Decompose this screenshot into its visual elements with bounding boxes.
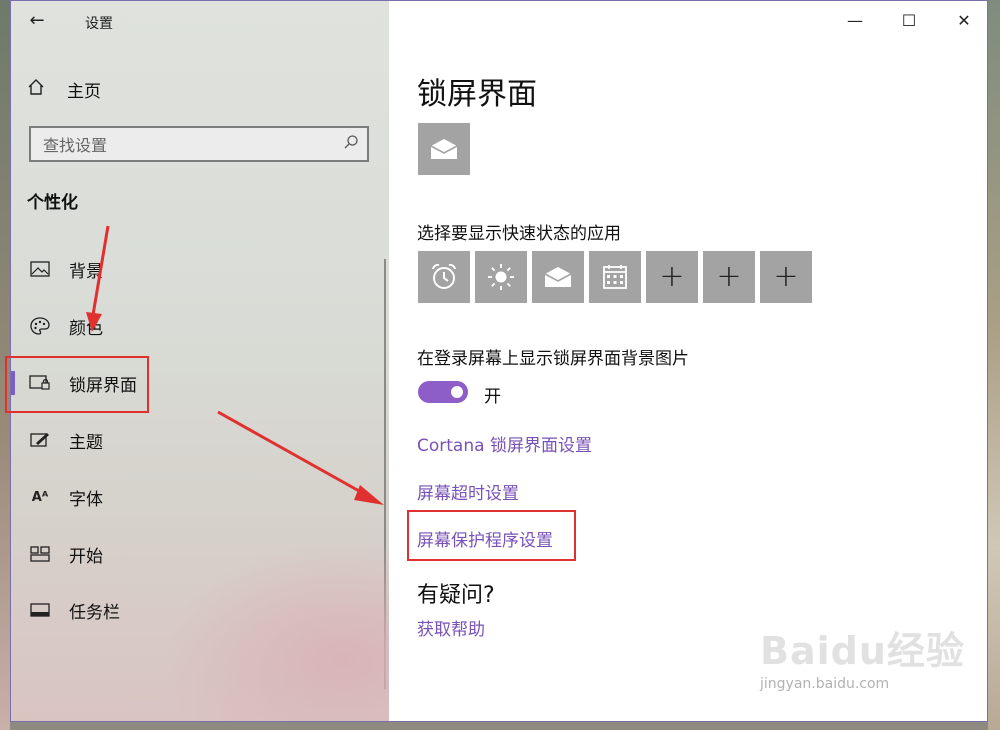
- minimize-button[interactable]: —: [835, 7, 875, 35]
- back-arrow-icon: ←: [29, 10, 45, 31]
- maximize-button[interactable]: ☐: [889, 7, 929, 35]
- sidebar-item-label: 任务栏: [69, 602, 120, 623]
- settings-window: ← 设置 主页 个性化 背景 颜色: [10, 0, 988, 722]
- sidebar-item-label: 字体: [69, 489, 103, 510]
- back-button[interactable]: ←: [25, 9, 49, 33]
- quick-status-apps: + + +: [418, 251, 812, 303]
- home-label: 主页: [67, 81, 101, 102]
- watermark-logo: Baidu经验: [760, 629, 965, 673]
- quick-status-add-button[interactable]: +: [703, 251, 755, 303]
- search-input[interactable]: [41, 128, 335, 162]
- close-button[interactable]: ✕: [944, 7, 984, 35]
- screen-timeout-settings-link[interactable]: 屏幕超时设置: [417, 479, 519, 504]
- window-title: 设置: [85, 16, 113, 32]
- sidebar-item-fonts[interactable]: Aᴬ 字体: [11, 477, 389, 517]
- toggle-state-label: 开: [484, 387, 501, 407]
- alarm-icon: [432, 263, 456, 289]
- close-icon: ✕: [957, 11, 971, 30]
- toggle-knob: [451, 386, 463, 398]
- theme-icon: [29, 431, 51, 449]
- watermark-url: jingyan.baidu.com: [760, 676, 890, 692]
- show-background-toggle[interactable]: [418, 381, 468, 403]
- get-help-link[interactable]: 获取帮助: [417, 615, 485, 640]
- sidebar-item-label: 颜色: [69, 318, 103, 339]
- cortana-lock-screen-settings-link[interactable]: Cortana 锁屏界面设置: [417, 431, 592, 456]
- desktop-background-right: [988, 0, 1000, 730]
- page-title: 锁屏界面: [417, 77, 537, 112]
- sidebar-item-label: 背景: [69, 261, 103, 282]
- sidebar-item-themes[interactable]: 主题: [11, 420, 389, 460]
- quick-status-add-button[interactable]: +: [646, 251, 698, 303]
- calendar-icon: [603, 265, 627, 289]
- sidebar-item-background[interactable]: 背景: [11, 249, 389, 289]
- annotation-box-screen-saver: [407, 510, 576, 561]
- sidebar-scrollbar[interactable]: [384, 259, 386, 689]
- help-heading: 有疑问?: [417, 583, 495, 608]
- plus-icon: +: [716, 259, 742, 294]
- quick-status-app-weather[interactable]: [475, 251, 527, 303]
- annotation-box-lock-screen: [5, 356, 149, 413]
- plus-icon: +: [773, 259, 799, 294]
- start-icon: [29, 545, 51, 563]
- plus-icon: +: [659, 259, 685, 294]
- sidebar-item-start[interactable]: 开始: [11, 534, 389, 574]
- taskbar-icon: [29, 601, 51, 619]
- font-icon: Aᴬ: [31, 489, 49, 505]
- watermark: Baidu经验 jingyan.baidu.com: [760, 620, 965, 692]
- search-icon[interactable]: [343, 134, 359, 154]
- palette-icon: [29, 317, 51, 335]
- search-box[interactable]: [29, 126, 369, 162]
- home-icon: [27, 78, 53, 101]
- maximize-icon: ☐: [901, 11, 917, 30]
- sidebar-item-label: 开始: [69, 546, 103, 567]
- sidebar-item-label: 主题: [69, 432, 103, 453]
- quick-status-app-calendar[interactable]: [589, 251, 641, 303]
- sidebar-item-taskbar[interactable]: 任务栏: [11, 590, 389, 630]
- title-bar: ← 设置: [11, 1, 389, 41]
- sidebar-item-home[interactable]: 主页: [27, 75, 101, 103]
- quick-status-label: 选择要显示快速状态的应用: [417, 224, 621, 244]
- mail-icon: [430, 139, 458, 159]
- mail-icon: [544, 267, 572, 287]
- quick-status-add-button[interactable]: +: [760, 251, 812, 303]
- quick-status-app-alarm[interactable]: [418, 251, 470, 303]
- main-content: — ☐ ✕ 锁屏界面 选择要显示快速状态的应用 + + + 在登录屏幕上显示锁屏…: [389, 1, 987, 721]
- detailed-status-app-button[interactable]: [418, 123, 470, 175]
- minimize-icon: —: [847, 11, 863, 30]
- show-background-label: 在登录屏幕上显示锁屏界面背景图片: [417, 349, 689, 369]
- sidebar-item-colors[interactable]: 颜色: [11, 306, 389, 346]
- image-icon: [29, 260, 51, 278]
- section-heading: 个性化: [27, 193, 78, 213]
- quick-status-app-mail[interactable]: [532, 251, 584, 303]
- weather-icon: [488, 264, 514, 290]
